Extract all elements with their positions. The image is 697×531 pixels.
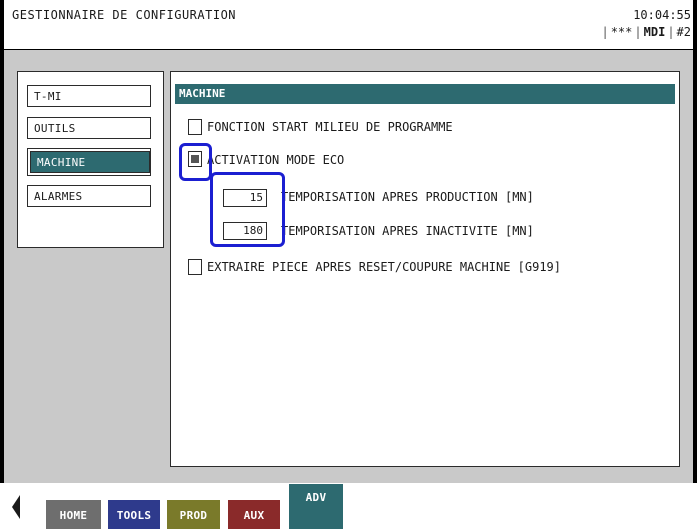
right-border [693, 0, 697, 529]
nav-item-label: T-MI [34, 90, 62, 103]
nav-item-selection-frame [27, 148, 151, 176]
status-separator: | [601, 25, 609, 39]
nav-item-label: OUTILS [34, 122, 76, 135]
status-indicator: | *** | MDI | #2 [599, 25, 691, 39]
tempo-highlight [210, 172, 285, 247]
aux-button[interactable]: AUX [228, 500, 280, 529]
machine-settings-panel: MACHINE FONCTION START MILIEU DE PROGRAM… [170, 71, 680, 467]
nav-item-label: ALARMES [34, 190, 83, 203]
clock: 10:04:55 [633, 8, 691, 22]
extraire-piece-checkbox[interactable] [188, 259, 202, 275]
mode-eco-label: ACTIVATION MODE ECO [207, 153, 345, 167]
nav-item-alarmes[interactable]: ALARMES [27, 185, 151, 207]
status-mode: MDI [643, 25, 666, 39]
start-milieu-label: FONCTION START MILIEU DE PROGRAMME [207, 120, 453, 134]
adv-button[interactable]: ADV [289, 484, 343, 529]
footer [0, 483, 697, 529]
back-arrow-icon[interactable] [12, 495, 20, 519]
extraire-piece-label: EXTRAIRE PIECE APRES RESET/COUPURE MACHI… [207, 260, 562, 274]
header: GESTIONNAIRE DE CONFIGURATION 10:04:55 |… [4, 0, 693, 48]
nav-item-t-mi[interactable]: T-MI [27, 85, 151, 107]
home-button[interactable]: HOME [46, 500, 101, 529]
prod-button[interactable]: PROD [167, 500, 220, 529]
cnc-screen: GESTIONNAIRE DE CONFIGURATION 10:04:55 |… [0, 0, 697, 529]
tools-button[interactable]: TOOLS [108, 500, 160, 529]
start-milieu-checkbox[interactable] [188, 119, 202, 135]
status-separator: | [667, 25, 675, 39]
tempo-inactivite-label: TEMPORISATION APRES INACTIVITE [MN] [281, 224, 534, 238]
mode-eco-highlight [179, 143, 212, 181]
status-separator: | [634, 25, 642, 39]
app-title: GESTIONNAIRE DE CONFIGURATION [12, 8, 237, 22]
config-nav: T-MI OUTILS MACHINE ALARMES [17, 71, 164, 248]
status-stars: *** [610, 25, 633, 39]
status-channel: #2 [676, 25, 691, 39]
section-title: MACHINE [175, 84, 675, 104]
tempo-production-label: TEMPORISATION APRES PRODUCTION [MN] [281, 190, 534, 204]
nav-item-outils[interactable]: OUTILS [27, 117, 151, 139]
